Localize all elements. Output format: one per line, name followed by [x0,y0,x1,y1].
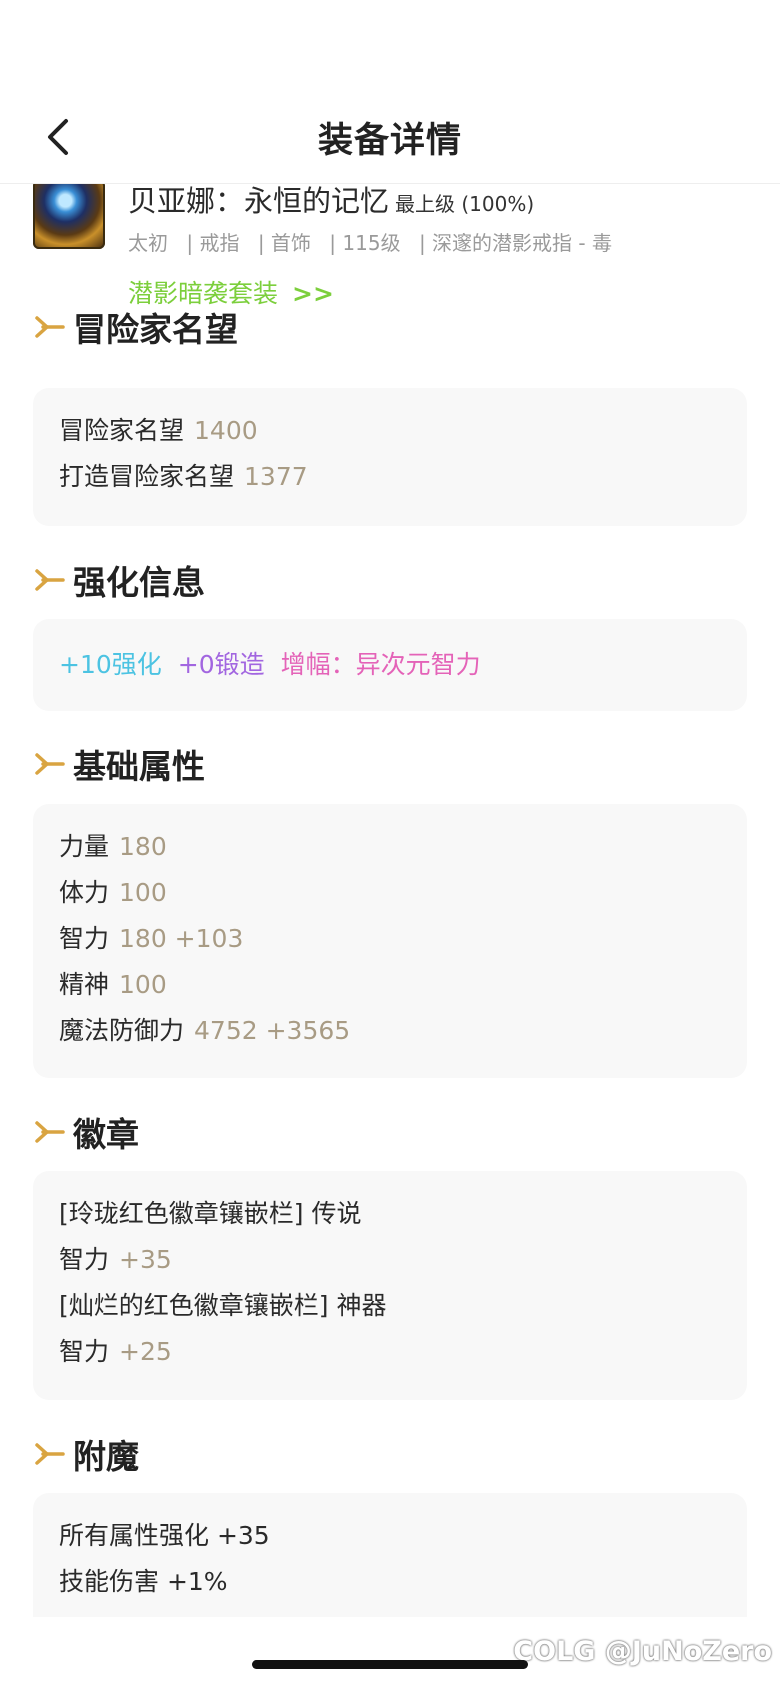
item-grade: 最上级 (100%) [395,192,535,216]
emblem-card: [玲珑红色徽章镶嵌栏] 传说 智力 +35 [灿烂的红色徽章镶嵌栏] 神器 智力 +… [33,1171,747,1400]
emblem-slot-label: [灿烂的红色徽章镶嵌栏] 神器 [59,1291,387,1320]
item-meta-tag: 太初 [128,231,168,255]
stat-row: 所有属性强化 +35 [59,1521,270,1550]
section-title: 附魔 [73,1437,139,1476]
enhance-card: +10强化 +0锻造 增幅：异次元智力 [33,619,747,711]
stat-value: 4752 +3565 [194,1016,351,1045]
item-name-text: 贝亚娜：永恒的记忆 [128,184,390,218]
section-header-enhance: 强化信息 [33,556,205,604]
arrow-right-icon [35,1443,65,1465]
stat-label: 冒险家名望 [59,416,185,445]
stat-row: 力量 180 [59,824,721,870]
emblem-slot-row: [灿烂的红色徽章镶嵌栏] 神器 [59,1283,721,1329]
item-meta-tag: | 深邃的潜影戒指 - 毒 [418,231,612,255]
home-indicator[interactable] [252,1660,528,1669]
stat-label: 体力 [59,878,110,907]
section-header-base: 基础属性 [33,740,205,788]
watermark: COLG @JuNoZero [513,1636,772,1667]
stat-value: 1377 [244,462,308,491]
stat-label: 智力 [59,1245,110,1274]
item-meta-tag: | 戒指 [186,231,240,255]
item-name: 贝亚娜：永恒的记忆 最上级 (100%) [128,178,534,220]
section-title: 强化信息 [73,563,205,602]
stat-label: 智力 [59,1337,110,1366]
emblem-slot-label: [玲珑红色徽章镶嵌栏] 传说 [59,1199,362,1228]
arrow-right-icon [35,569,65,591]
page-title: 装备详情 [317,121,462,161]
section-title: 冒险家名望 [73,310,238,349]
stat-row: 智力 +25 [59,1329,721,1375]
base-attributes-card: 力量 180 体力 100 智力 180 +103 精神 100 魔法防御力 4752 +… [33,804,747,1078]
stat-label: 智力 [59,924,110,953]
stat-value: +35 [119,1245,172,1274]
stat-row: 技能伤害 +1% [59,1567,228,1596]
stat-label: 力量 [59,832,110,861]
stat-value: 100 [119,970,167,999]
item-meta-tag: | 首饰 [257,231,311,255]
reputation-card: 冒险家名望 1400 打造冒险家名望 1377 [33,388,747,526]
stat-label: 打造冒险家名望 [59,462,235,491]
enchant-card: 所有属性强化 +35 技能伤害 +1% [33,1493,747,1617]
section-title: 徽章 [73,1115,139,1154]
section-title: 基础属性 [73,747,205,786]
emblem-slot-row: [玲珑红色徽章镶嵌栏] 传说 [59,1191,721,1237]
reinforce-level: +10强化 [59,650,162,679]
stat-row: 体力 100 [59,870,721,916]
amplify-info: 增幅：异次元智力 [280,650,481,679]
arrow-right-icon [35,753,65,775]
stat-row: 冒险家名望 1400 [59,408,721,454]
arrow-right-icon [35,316,65,338]
section-header-emblem: 徽章 [33,1108,139,1156]
arrow-right-icon [35,1121,65,1143]
double-chevron-right-icon: >> [292,279,334,308]
section-header-enchant: 附魔 [33,1430,139,1478]
section-header-reputation: 冒险家名望 [33,303,238,351]
item-meta-tag: | 115级 [329,231,401,255]
stat-label: 精神 [59,970,110,999]
enhance-row: +10强化 +0锻造 增幅：异次元智力 [59,639,721,691]
stat-value: 100 [119,878,167,907]
stat-row: 智力 180 +103 [59,916,721,962]
stat-value: 180 [119,832,167,861]
stat-row: 智力 +35 [59,1237,721,1283]
stat-value: 180 +103 [119,924,244,953]
item-icon[interactable] [33,180,105,249]
stat-row: 精神 100 [59,962,721,1008]
forge-level: +0锻造 [177,650,265,679]
stat-value: +25 [119,1337,172,1366]
item-meta: 太初 | 戒指 | 首饰 | 115级 | 深邃的潜影戒指 - 毒 [128,227,624,256]
nav-bar: 装备详情 [0,0,780,184]
stat-row: 魔法防御力 4752 +3565 [59,1008,721,1054]
stat-row: 打造冒险家名望 1377 [59,454,721,500]
stat-label: 魔法防御力 [59,1016,185,1045]
stat-value: 1400 [194,416,258,445]
